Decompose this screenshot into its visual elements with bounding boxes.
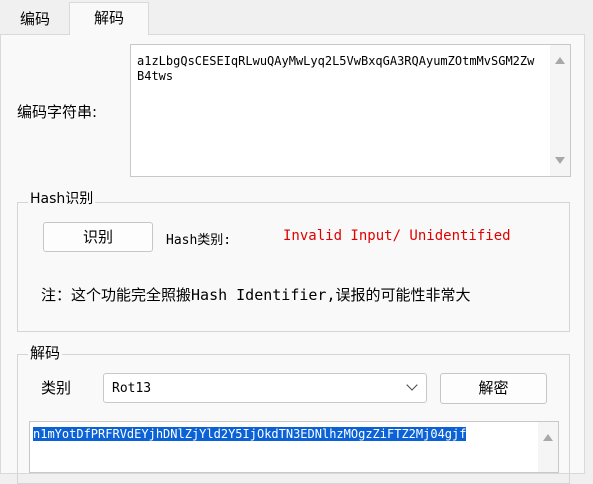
decode-type-value: Rot13 (112, 381, 152, 396)
tab-decode[interactable]: 解码 (69, 2, 149, 35)
decode-output: n1mYotDfPRFRVdEYjhDNlZjYld2Y5IjOkdTN3EDN… (33, 427, 531, 442)
hash-note: 注：这个功能完全照搬Hash Identifier,误报的可能性非常大 (41, 286, 471, 304)
decode-output-value: n1mYotDfPRFRVdEYjhDNlZjYld2Y5IjOkdTN3EDN… (33, 427, 467, 441)
encoded-string-value: a1zLbgQsCESEIqRLwuQAyMwLyq2L5VwBxqGA3RQA… (137, 54, 535, 83)
encoded-string-label: 编码字符串: (17, 103, 98, 121)
decode-output-textarea[interactable]: n1mYotDfPRFRVdEYjhDNlZjYld2Y5IjOkdTN3EDN… (29, 421, 559, 473)
scroll-down-icon[interactable] (555, 157, 565, 164)
hash-type-label: Hash类别: (166, 233, 232, 248)
encoded-string-textarea[interactable]: a1zLbgQsCESEIqRLwuQAyMwLyq2L5VwBxqGA3RQA… (130, 44, 571, 177)
tab-encode[interactable]: 编码 (0, 4, 70, 34)
hash-type-result: Invalid Input/ Unidentified (283, 228, 511, 244)
chevron-down-icon (406, 379, 418, 391)
encoded-scrollbar[interactable] (550, 45, 570, 176)
tab-bar: 编码 解码 (0, 0, 593, 35)
decode-type-label: 类别 (41, 379, 72, 397)
scroll-up-icon[interactable] (543, 434, 553, 441)
output-scrollbar[interactable] (538, 422, 558, 472)
decode-type-select[interactable]: Rot13 (103, 373, 427, 403)
scroll-up-icon[interactable] (555, 57, 565, 64)
identify-button[interactable]: 识别 (43, 222, 153, 252)
hash-group-title: Hash识别 (28, 188, 96, 208)
decrypt-button[interactable]: 解密 (440, 373, 547, 404)
decode-group-title: 解码 (28, 342, 63, 363)
